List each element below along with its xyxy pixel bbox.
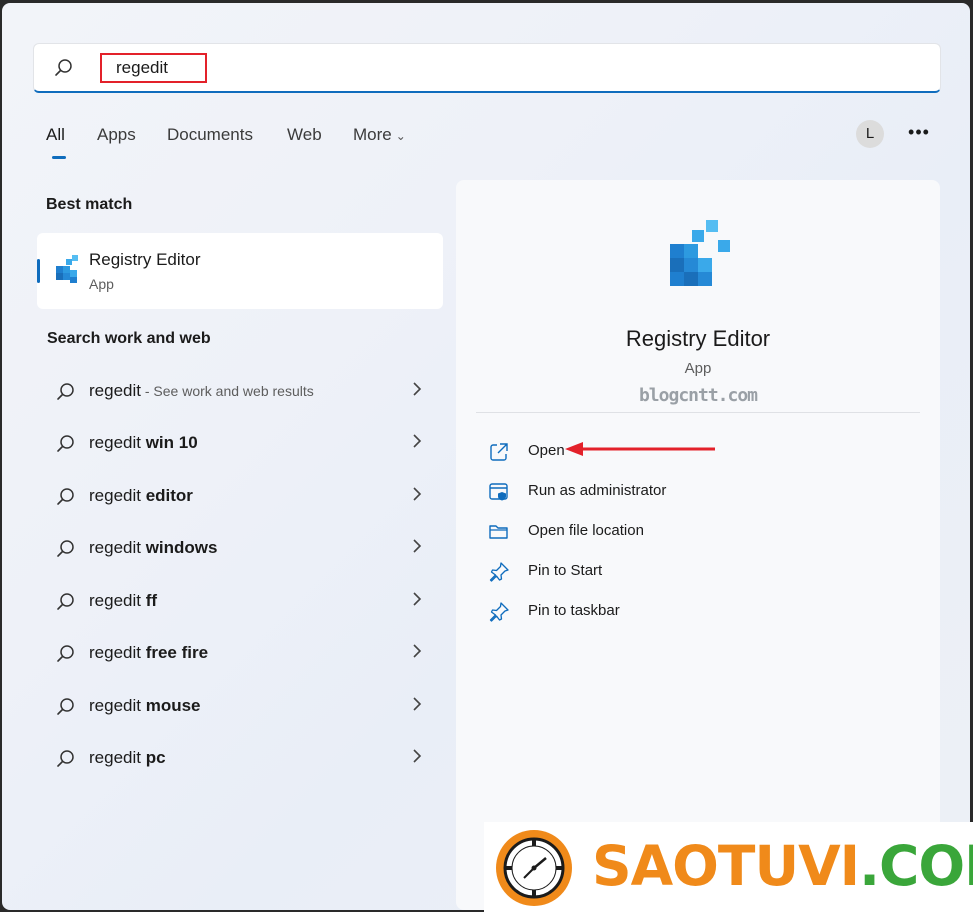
chevron-right-icon [413, 487, 422, 501]
chevron-down-icon: ⌄ [395, 129, 406, 143]
action-open-label: Open [528, 442, 565, 459]
tab-documents[interactable]: Documents [167, 125, 253, 145]
suggestion-completion: pc [145, 748, 166, 767]
search-icon [57, 645, 74, 662]
search-icon [57, 698, 74, 715]
tab-all[interactable]: All [46, 125, 66, 159]
annotation-arrow-icon [565, 442, 715, 456]
action-open-file-location-label: Open file location [528, 522, 644, 539]
watermark-text: blogcntt.com [638, 385, 758, 406]
search-icon [57, 593, 74, 610]
suggestion-text: regedit ff [89, 591, 157, 611]
suggestion-item[interactable]: regedit win 10 [42, 422, 437, 466]
action-pin-to-taskbar[interactable]: Pin to taskbar [488, 597, 788, 627]
start-search-panel: All Apps Documents Web More⌄ L ••• Best … [2, 3, 970, 910]
suggestion-item[interactable]: regedit mouse [42, 685, 437, 729]
best-match-title: Registry Editor [89, 250, 201, 269]
search-icon [57, 488, 74, 505]
detail-pane: Registry Editor App blogcntt.com Open Ru… [456, 180, 940, 910]
active-tab-indicator [52, 156, 66, 159]
action-run-as-admin[interactable]: Run as administrator [488, 477, 788, 507]
suggestion-prefix: regedit [89, 696, 146, 715]
chevron-right-icon [413, 539, 422, 553]
chevron-right-icon [413, 697, 422, 711]
detail-title: Registry Editor [625, 326, 771, 351]
suggestion-completion: windows [145, 538, 218, 557]
suggestion-item[interactable]: regedit free fire [42, 632, 437, 676]
open-external-icon [490, 443, 508, 461]
suggestion-text: regedit mouse [89, 696, 201, 716]
search-icon [57, 435, 74, 452]
suggestion-text: regedit editor [89, 486, 193, 506]
best-match-subtitle: App [89, 276, 114, 292]
clock-logo-icon [496, 830, 572, 906]
suggestion-item[interactable]: regedit pc [42, 737, 437, 781]
divider [476, 412, 920, 413]
tab-web[interactable]: Web [287, 125, 322, 145]
tab-web-label: Web [287, 125, 322, 144]
suggestion-prefix: regedit [89, 486, 146, 505]
suggestion-text: regedit win 10 [89, 433, 198, 453]
suggestion-text: regedit windows [89, 538, 217, 558]
tab-more-label: More [353, 125, 392, 144]
search-icon [57, 750, 74, 767]
tab-apps[interactable]: Apps [97, 125, 136, 145]
suggestion-prefix: regedit [89, 748, 146, 767]
tab-more[interactable]: More ⌄ [353, 125, 406, 145]
suggestion-prefix: regedit [89, 433, 146, 452]
chevron-right-icon [413, 592, 422, 606]
brand-text-part2: .COM [859, 834, 973, 898]
action-pin-to-start[interactable]: Pin to Start [488, 557, 788, 587]
action-open-file-location[interactable]: Open file location [488, 517, 788, 547]
search-web-heading: Search work and web [47, 330, 211, 347]
tab-apps-label: Apps [97, 125, 136, 144]
suggestion-prefix: regedit [89, 381, 141, 400]
suggestion-completion: editor [145, 486, 193, 505]
action-pin-to-taskbar-label: Pin to taskbar [528, 602, 620, 619]
folder-icon [489, 525, 508, 539]
suggestion-completion: win 10 [145, 433, 198, 452]
chevron-right-icon [413, 644, 422, 658]
pin-icon [489, 602, 509, 622]
suggestion-prefix: regedit [89, 591, 146, 610]
tab-all-label: All [46, 125, 65, 144]
suggestion-item[interactable]: regedit editor [42, 475, 437, 519]
suggestion-prefix: regedit [89, 538, 146, 557]
best-match-heading: Best match [46, 196, 133, 213]
suggestion-completion: free fire [145, 643, 209, 662]
search-box[interactable] [33, 43, 941, 93]
selection-indicator [37, 259, 40, 283]
action-run-as-admin-label: Run as administrator [528, 482, 667, 499]
suggestion-completion: ff [145, 591, 158, 610]
chevron-right-icon [413, 382, 422, 396]
suggestion-prefix: regedit [89, 643, 146, 662]
registry-editor-large-icon [670, 220, 730, 286]
search-icon [55, 59, 72, 76]
suggestion-completion: mouse [145, 696, 201, 715]
account-avatar[interactable]: L [856, 120, 884, 148]
shield-admin-icon [489, 483, 508, 501]
suggestion-text: regedit pc [89, 748, 166, 768]
more-options-icon[interactable]: ••• [906, 121, 932, 147]
suggestion-text: regedit - See work and web results [89, 381, 314, 401]
suggestion-hint: - See work and web results [140, 383, 314, 399]
search-icon [57, 540, 74, 557]
brand-text: SAOTUVI.COM [592, 834, 973, 898]
suggestion-item[interactable]: regedit - See work and web results [42, 370, 437, 414]
suggestion-item[interactable]: regedit ff [42, 580, 437, 624]
suggestion-text: regedit free fire [89, 643, 208, 663]
brand-text-part1: SAOTUVI [592, 834, 860, 898]
brand-logo: SAOTUVI.COM [484, 822, 973, 912]
chevron-right-icon [413, 749, 422, 763]
action-pin-to-start-label: Pin to Start [528, 562, 603, 579]
detail-subtitle: App [684, 360, 712, 377]
registry-editor-icon [56, 255, 78, 283]
tab-documents-label: Documents [167, 125, 253, 144]
suggestion-item[interactable]: regedit windows [42, 527, 437, 571]
chevron-right-icon [413, 434, 422, 448]
pin-icon [489, 562, 509, 582]
search-input[interactable] [100, 53, 207, 83]
best-match-item[interactable]: Registry Editor App [37, 233, 443, 309]
search-icon [57, 383, 74, 400]
